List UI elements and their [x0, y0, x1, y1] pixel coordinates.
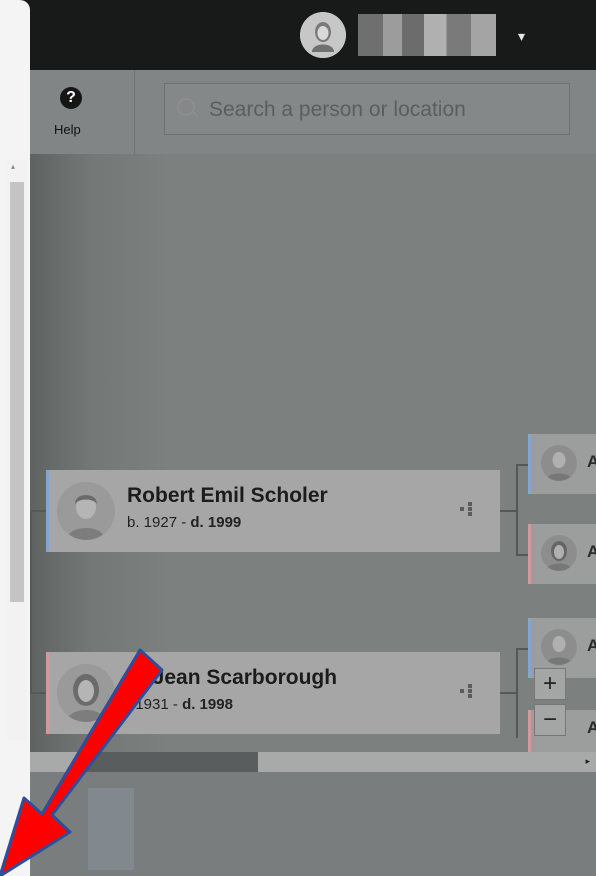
help-icon: ?: [60, 87, 82, 109]
user-avatar[interactable]: [300, 12, 346, 58]
person-photo-male-icon: [541, 445, 577, 481]
user-menu-chevron-down-icon[interactable]: ▾: [518, 28, 525, 45]
person-photo-female-icon: [541, 535, 577, 571]
zoom-in-button[interactable]: +: [534, 668, 566, 700]
top-bar-edge: [0, 0, 30, 70]
zoom-out-button[interactable]: −: [534, 704, 566, 736]
connector-line: [516, 648, 518, 738]
connector-line: [516, 464, 518, 556]
scroll-up-icon[interactable]: ▴: [11, 162, 15, 171]
connector-line: [500, 510, 516, 512]
help-label: Help: [54, 122, 81, 137]
parent-card-mother[interactable]: A: [528, 524, 596, 584]
family-tree-branch-icon[interactable]: [460, 502, 474, 516]
connector-line: [516, 648, 528, 650]
avatar-silhouette-icon: [300, 12, 346, 58]
parent-name-partial: A: [587, 542, 596, 561]
scroll-right-icon[interactable]: ▸: [585, 756, 590, 767]
parent-card-father[interactable]: A: [528, 434, 596, 494]
death-year: d. 1998: [182, 696, 233, 713]
death-year: d. 1999: [190, 514, 242, 531]
parent-name-partial: A: [587, 452, 596, 471]
person-photo-male-icon: [541, 629, 577, 665]
person-dates: b. 1927 - d. 1999: [127, 514, 241, 531]
search-box[interactable]: [164, 83, 570, 135]
person-photo-male-icon: [57, 482, 115, 540]
birth-year: b. 1927: [127, 514, 178, 531]
user-name-redacted[interactable]: [358, 14, 496, 56]
parent-name-partial: A: [587, 636, 596, 655]
parent-name-partial: A: [587, 718, 596, 737]
search-icon: [177, 98, 195, 116]
connector-line: [500, 692, 516, 694]
connector-line: [516, 554, 528, 556]
vertical-scroll-thumb[interactable]: [10, 182, 24, 602]
family-tree-branch-icon[interactable]: [460, 684, 474, 698]
person-name[interactable]: Robert Emil Scholer: [127, 484, 328, 508]
toolbar: ? Help: [30, 70, 596, 154]
connector-line: [30, 510, 46, 512]
connector-line: [516, 464, 528, 466]
date-separator: -: [177, 514, 191, 531]
red-arrow-annotation-icon: [0, 648, 164, 876]
top-bar: ▾: [0, 0, 596, 70]
search-input[interactable]: [207, 94, 551, 126]
person-card-robert[interactable]: Robert Emil Scholer b. 1927 - d. 1999: [46, 470, 500, 552]
help-button[interactable]: ? Help: [30, 70, 135, 154]
